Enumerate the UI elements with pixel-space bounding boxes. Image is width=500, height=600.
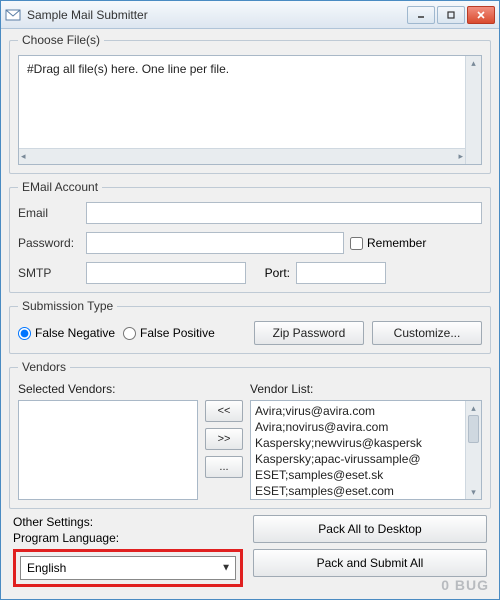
vendor-list[interactable]: Avira;virus@avira.com Avira;novirus@avir… (250, 400, 482, 500)
port-label: Port: (252, 266, 290, 280)
file-hscroll[interactable]: ◂▸ (19, 148, 465, 164)
password-field[interactable] (86, 232, 344, 254)
pack-desktop-button[interactable]: Pack All to Desktop (253, 515, 487, 543)
move-left-button[interactable]: << (205, 400, 243, 422)
customize-button[interactable]: Customize... (372, 321, 482, 345)
vendor-list-scrollbar[interactable]: ▴ ▾ (465, 401, 481, 499)
false-positive-radio[interactable] (123, 327, 136, 340)
email-account-legend: EMail Account (18, 180, 102, 194)
pack-submit-button[interactable]: Pack and Submit All (253, 549, 487, 577)
file-drop-placeholder: #Drag all file(s) here. One line per fil… (19, 56, 481, 148)
vendor-more-button[interactable]: ... (205, 456, 243, 478)
email-field[interactable] (86, 202, 482, 224)
vendors-legend: Vendors (18, 360, 70, 374)
watermark: 0 BUG (441, 577, 489, 593)
window-buttons (407, 6, 495, 24)
window-title: Sample Mail Submitter (27, 8, 407, 22)
list-item[interactable]: Kaspersky;newvirus@kaspersk (255, 435, 477, 451)
list-item[interactable]: Avira;virus@avira.com (255, 403, 477, 419)
vendors-group: Vendors Selected Vendors: << >> ... Vend… (9, 360, 491, 509)
language-combo[interactable]: English ▼ (20, 556, 236, 580)
program-language-label: Program Language: (13, 531, 243, 545)
choose-files-legend: Choose File(s) (18, 33, 104, 47)
password-label: Password: (18, 236, 80, 250)
maximize-button[interactable] (437, 6, 465, 24)
list-item[interactable]: Kaspersky;apac-virussample@ (255, 451, 477, 467)
selected-vendors-list[interactable] (18, 400, 198, 500)
content: Choose File(s) #Drag all file(s) here. O… (1, 29, 499, 599)
list-item[interactable]: Avira;novirus@avira.com (255, 419, 477, 435)
false-negative-label: False Negative (35, 326, 115, 340)
language-value: English (27, 561, 66, 575)
choose-files-group: Choose File(s) #Drag all file(s) here. O… (9, 33, 491, 174)
titlebar: Sample Mail Submitter (1, 1, 499, 29)
email-account-group: EMail Account Email Password: Remember S… (9, 180, 491, 293)
false-negative-radio[interactable] (18, 327, 31, 340)
language-highlight: English ▼ (13, 549, 243, 587)
zip-password-button[interactable]: Zip Password (254, 321, 364, 345)
other-settings-label: Other Settings: (13, 515, 243, 529)
submission-type-group: Submission Type False Negative False Pos… (9, 299, 491, 354)
list-item[interactable]: ESET;samples@eset.sk (255, 467, 477, 483)
list-item[interactable]: ESET;samples@eset.com (255, 483, 477, 499)
move-right-button[interactable]: >> (205, 428, 243, 450)
selected-vendors-label: Selected Vendors: (18, 382, 198, 396)
file-vscroll[interactable]: ▴ (465, 56, 481, 164)
file-drop-area[interactable]: #Drag all file(s) here. One line per fil… (18, 55, 482, 165)
remember-label: Remember (367, 236, 426, 250)
smtp-label: SMTP (18, 266, 80, 280)
submission-type-legend: Submission Type (18, 299, 117, 313)
chevron-down-icon: ▼ (221, 563, 231, 574)
close-button[interactable] (467, 6, 495, 24)
remember-checkbox[interactable] (350, 237, 363, 250)
mail-icon (5, 7, 21, 23)
vendor-list-label: Vendor List: (250, 382, 482, 396)
port-field[interactable] (296, 262, 386, 284)
smtp-field[interactable] (86, 262, 246, 284)
minimize-button[interactable] (407, 6, 435, 24)
false-positive-label: False Positive (140, 326, 215, 340)
window: Sample Mail Submitter Choose File(s) #Dr… (0, 0, 500, 600)
email-label: Email (18, 206, 80, 220)
